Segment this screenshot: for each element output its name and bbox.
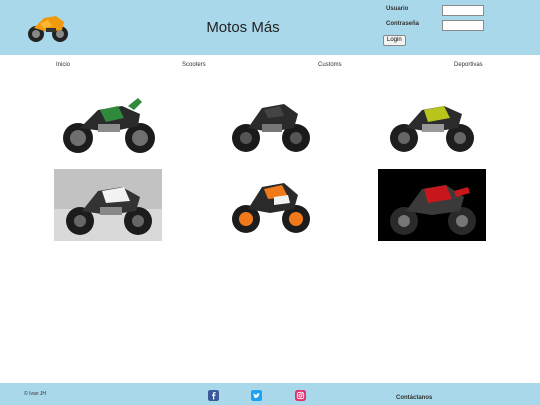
- copyright-text: © Ivan JH: [24, 391, 47, 397]
- nav-item-deportivas[interactable]: Deportivas: [454, 62, 483, 68]
- contact-link[interactable]: Contáctanos: [396, 395, 432, 401]
- nav-item-customs[interactable]: Customs: [318, 62, 342, 68]
- username-input[interactable]: [442, 5, 484, 16]
- red-supermoto-motorcycle-image[interactable]: [378, 169, 486, 241]
- site-header: Motos Más Usuario Contraseña Login: [0, 0, 540, 55]
- instagram-icon[interactable]: [295, 390, 306, 401]
- green-naked-motorcycle-image[interactable]: [54, 88, 162, 160]
- password-input[interactable]: [442, 20, 484, 31]
- site-title: Motos Más: [206, 19, 280, 36]
- username-label: Usuario: [386, 6, 409, 12]
- orange-white-sport-motorcycle-image[interactable]: [216, 169, 324, 241]
- motorcycle-logo-icon[interactable]: [26, 10, 70, 44]
- lime-naked-motorcycle-image[interactable]: [378, 88, 486, 160]
- nav-item-scooters[interactable]: Scooters: [182, 62, 206, 68]
- white-naked-motorcycle-image[interactable]: [54, 169, 162, 241]
- password-label: Contraseña: [386, 21, 420, 27]
- nav-item-inicio[interactable]: Inicio: [56, 62, 70, 68]
- site-footer: © Ivan JH Contáctanos: [0, 383, 540, 405]
- facebook-icon[interactable]: [208, 390, 219, 401]
- login-button[interactable]: Login: [383, 35, 406, 46]
- twitter-icon[interactable]: [251, 390, 262, 401]
- black-naked-motorcycle-image[interactable]: [216, 88, 324, 160]
